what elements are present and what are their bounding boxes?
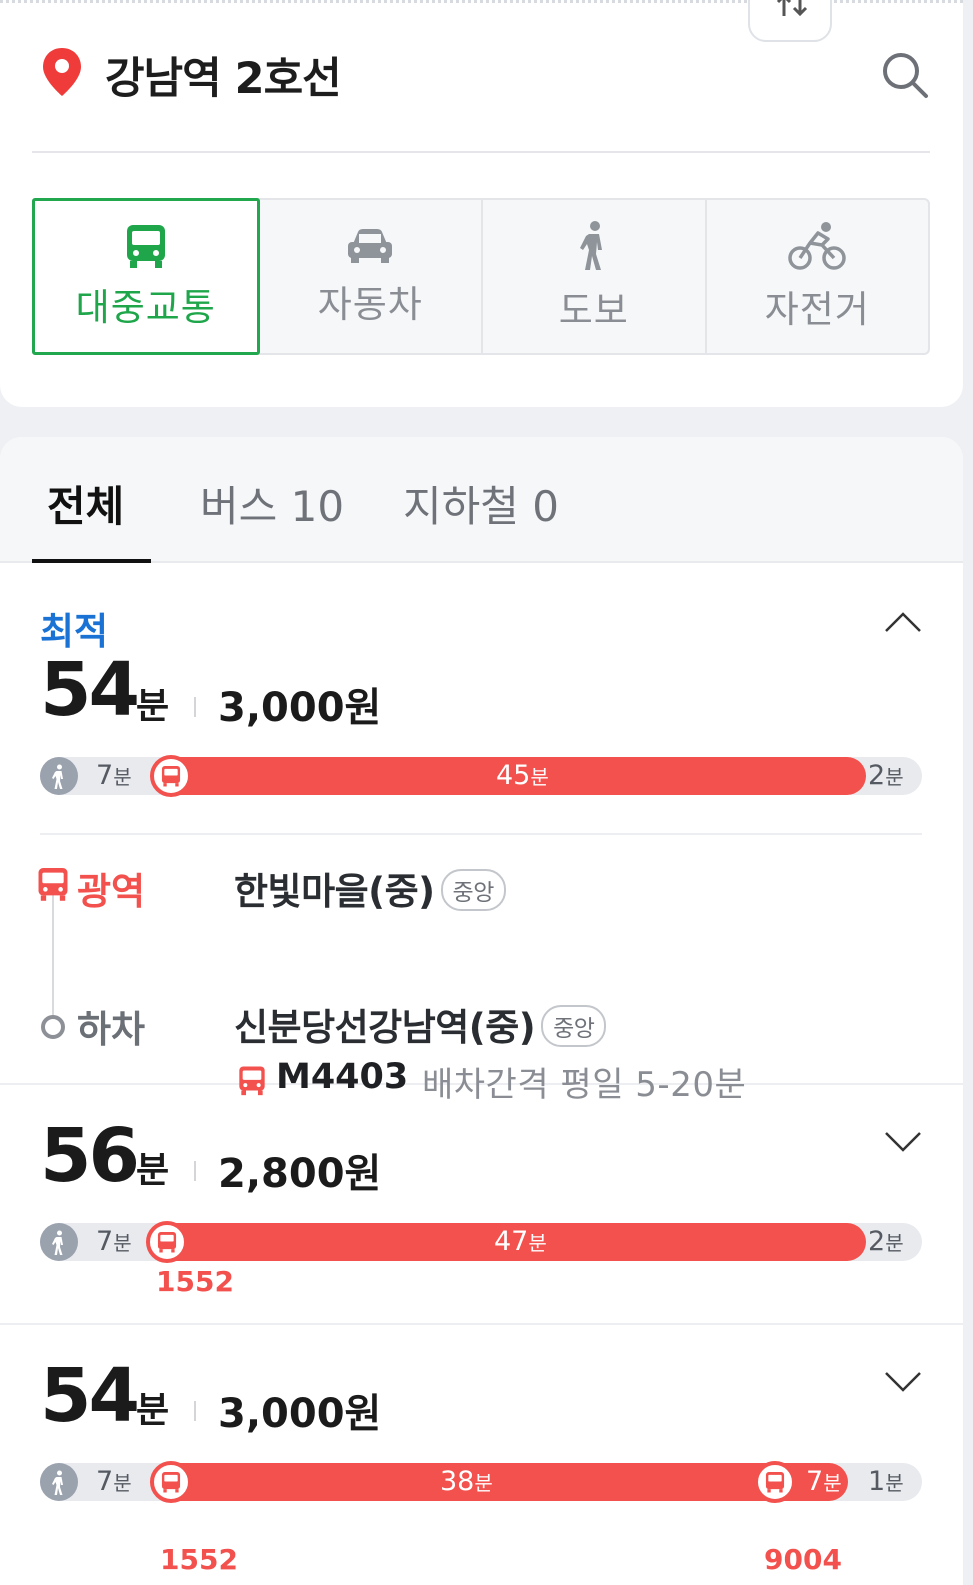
stop-type-badge: 중앙 xyxy=(541,1004,607,1047)
boarding-stop[interactable]: 한빛마을(중) 중앙 xyxy=(234,861,506,915)
route-fare: 2,800원 xyxy=(218,1151,382,1197)
separator xyxy=(194,1161,196,1181)
route-duration: 54 xyxy=(40,647,140,733)
chevron-up-icon[interactable] xyxy=(884,611,922,633)
tab-subway[interactable]: 지하철 0 xyxy=(403,473,559,534)
walk-icon xyxy=(40,1223,78,1261)
route-filter-tabs: 전체 버스 10 지하철 0 xyxy=(0,437,963,563)
bus-number-label: 1552 xyxy=(160,1543,238,1576)
route-fare: 3,000원 xyxy=(218,1391,382,1437)
mode-label: 자동차 xyxy=(317,282,423,326)
duration-unit: 분 xyxy=(136,686,170,727)
route-duration: 56 xyxy=(40,1113,140,1199)
alight-label: 하차 xyxy=(77,1008,146,1051)
mode-label: 도보 xyxy=(558,288,629,332)
mode-walk[interactable]: 도보 xyxy=(483,200,707,353)
walk-icon xyxy=(40,1463,78,1501)
bus-number-label: 1552 xyxy=(156,1265,234,1298)
duration-unit: 분 xyxy=(136,1150,170,1191)
walk-icon xyxy=(40,757,78,795)
route-item[interactable]: 최적 54 분 3,000원 7분 45분 2분 광역 한빛마을(중) 중앙 M… xyxy=(0,563,963,1105)
walk-time-label: 7분 xyxy=(96,1226,132,1257)
search-header-card: 강남역 2호선 대중교통 자동차 도보 자전거 xyxy=(0,0,963,407)
route-item[interactable]: 54 분 3,000원 7분 38분 7분 1분 1552 9004 xyxy=(0,1325,963,1585)
bus-segment xyxy=(152,1463,848,1501)
bus-icon xyxy=(754,1461,796,1503)
bus-time-label: 47분 xyxy=(494,1226,547,1257)
duration-unit: 분 xyxy=(136,1390,170,1431)
mode-label: 자전거 xyxy=(764,287,870,331)
separator xyxy=(194,1401,196,1421)
bus-icon xyxy=(150,1461,192,1503)
route-item[interactable]: 56 분 2,800원 7분 47분 2분 1552 xyxy=(0,1085,963,1325)
bus-icon xyxy=(150,755,192,797)
alight-marker xyxy=(41,1015,65,1039)
bicycle-icon xyxy=(788,221,846,270)
transport-mode-selector: 대중교통 자동차 도보 자전거 xyxy=(32,198,930,355)
location-pin-icon xyxy=(43,48,81,96)
swap-direction-button[interactable] xyxy=(748,0,832,42)
bus-time-label: 38분 xyxy=(440,1466,493,1497)
stop-type-badge: 중앙 xyxy=(440,868,506,911)
mode-bicycle[interactable]: 자전거 xyxy=(707,200,929,353)
station-title[interactable]: 강남역 2호선 xyxy=(105,44,342,106)
mode-car[interactable]: 자동차 xyxy=(260,200,483,353)
separator xyxy=(194,697,196,717)
bus-time-label: 45분 xyxy=(496,760,549,791)
bus-icon xyxy=(146,1221,188,1263)
walk-time-label: 7분 xyxy=(96,1466,132,1497)
chevron-down-icon[interactable] xyxy=(884,1371,922,1393)
route-list-card: 전체 버스 10 지하철 0 최적 54 분 3,000원 7분 45분 2분 xyxy=(0,437,963,1585)
alighting-stop[interactable]: 신분당선강남역(중) 중앙 xyxy=(234,997,607,1051)
divider xyxy=(32,151,930,153)
bus-number-label: 9004 xyxy=(764,1543,842,1576)
search-icon[interactable] xyxy=(880,50,930,100)
tab-bus[interactable]: 버스 10 xyxy=(200,473,344,534)
route-timeline: 7분 45분 2분 xyxy=(40,755,922,797)
route-fare: 3,000원 xyxy=(218,685,382,731)
walk-icon xyxy=(579,220,602,270)
mode-transit[interactable]: 대중교통 xyxy=(32,198,260,355)
walk-time-label: 2분 xyxy=(868,760,904,791)
walk-time-label: 2분 xyxy=(868,1226,904,1257)
chevron-down-icon[interactable] xyxy=(884,1131,922,1153)
route-timeline: 7분 38분 7분 1분 xyxy=(40,1461,922,1503)
walk-time-label: 7분 xyxy=(96,760,132,791)
walk-time-label: 1분 xyxy=(868,1466,904,1497)
bus-time-label: 7분 xyxy=(806,1466,842,1497)
route-duration: 54 xyxy=(40,1353,140,1439)
swap-arrows-icon xyxy=(776,0,808,17)
tab-all[interactable]: 전체 xyxy=(47,473,124,534)
bus-icon xyxy=(38,868,68,901)
route-timeline: 7분 47분 2분 xyxy=(40,1221,922,1263)
bus-icon xyxy=(126,224,165,268)
divider xyxy=(40,833,922,835)
car-icon xyxy=(348,228,393,263)
route-connector-line xyxy=(52,893,54,1015)
bus-type-label: 광역 xyxy=(77,870,146,913)
mode-label: 대중교통 xyxy=(75,285,216,329)
